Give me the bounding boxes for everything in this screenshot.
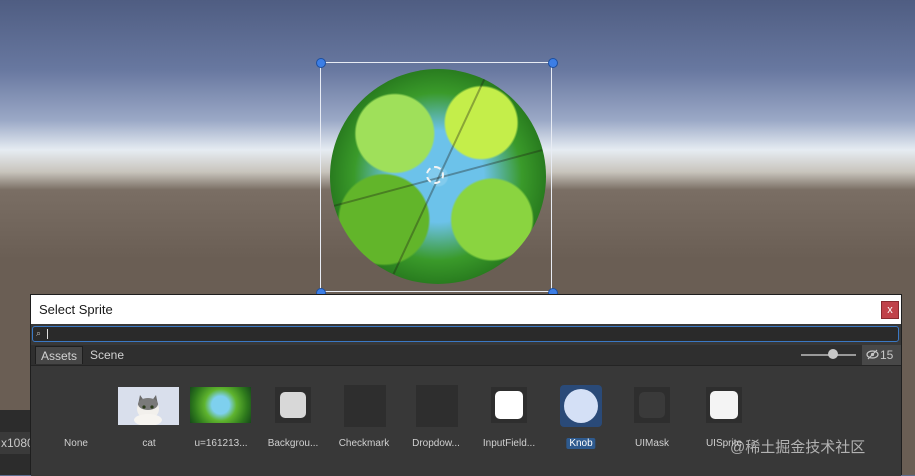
sprite-item-uisprite[interactable]: UISprite — [689, 366, 759, 476]
knob-thumbnail — [560, 385, 602, 427]
inputfield-thumbnail — [491, 387, 527, 423]
search-icon: ⌕ — [36, 328, 42, 338]
zoom-slider-knob[interactable] — [828, 349, 838, 359]
sprite-item-dropdown[interactable]: Dropdow... — [401, 366, 471, 476]
sprite-item-cat[interactable]: cat — [114, 366, 184, 476]
sprite-item-knob[interactable]: Knob — [546, 366, 616, 476]
uisprite-thumbnail — [706, 387, 742, 423]
watermark: @稀土掘金技术社区 — [730, 439, 866, 456]
cat-thumbnail — [118, 387, 179, 425]
sprite-item-inputfield[interactable]: InputField... — [474, 366, 544, 476]
resolution-label: x1080 — [0, 432, 33, 454]
tab-bar: Assets Scene 15 — [31, 345, 901, 366]
tab-scene[interactable]: Scene — [85, 346, 129, 364]
sprite-label: Dropdow... — [412, 438, 460, 449]
sprite-item-uimask[interactable]: UIMask — [617, 366, 687, 476]
search-input[interactable]: ⌕ — [32, 326, 899, 342]
hidden-packages-toggle[interactable]: 15 — [862, 345, 901, 365]
sprite-label: UIMask — [635, 438, 669, 449]
background-thumbnail — [275, 387, 311, 423]
sprite-label: Backgrou... — [267, 438, 319, 449]
sprite-label: InputField... — [482, 438, 536, 449]
sprite-item-none[interactable]: None — [41, 366, 111, 476]
close-button[interactable]: x — [881, 301, 899, 319]
rect-transform-gizmo[interactable] — [320, 62, 552, 292]
resize-handle-top-right[interactable] — [548, 58, 558, 68]
forest-thumbnail — [190, 387, 251, 423]
tab-assets[interactable]: Assets — [35, 346, 84, 364]
sprite-label-selected: Knob — [566, 438, 596, 449]
resize-handle-top-left[interactable] — [316, 58, 326, 68]
sprite-item-forest[interactable]: u=161213... — [186, 366, 256, 476]
sprite-label: None — [64, 438, 88, 449]
text-cursor — [47, 329, 48, 339]
eye-slash-icon — [866, 348, 879, 361]
hidden-count: 15 — [880, 348, 894, 362]
sprite-item-checkmark[interactable]: Checkmark — [329, 366, 399, 476]
sprite-label: u=161213... — [194, 438, 248, 449]
dialog-titlebar[interactable]: Select Sprite x — [31, 295, 901, 324]
uimask-thumbnail — [634, 387, 670, 423]
sprite-label: cat — [142, 438, 156, 449]
checkmark-thumbnail — [344, 385, 386, 427]
sprite-grid: None cat u=161213... Backgrou... Checkma… — [31, 366, 901, 476]
dropdown-thumbnail — [416, 385, 458, 427]
sprite-label: Checkmark — [338, 438, 390, 449]
sprite-item-background[interactable]: Backgrou... — [258, 366, 328, 476]
dialog-title: Select Sprite — [39, 302, 113, 317]
